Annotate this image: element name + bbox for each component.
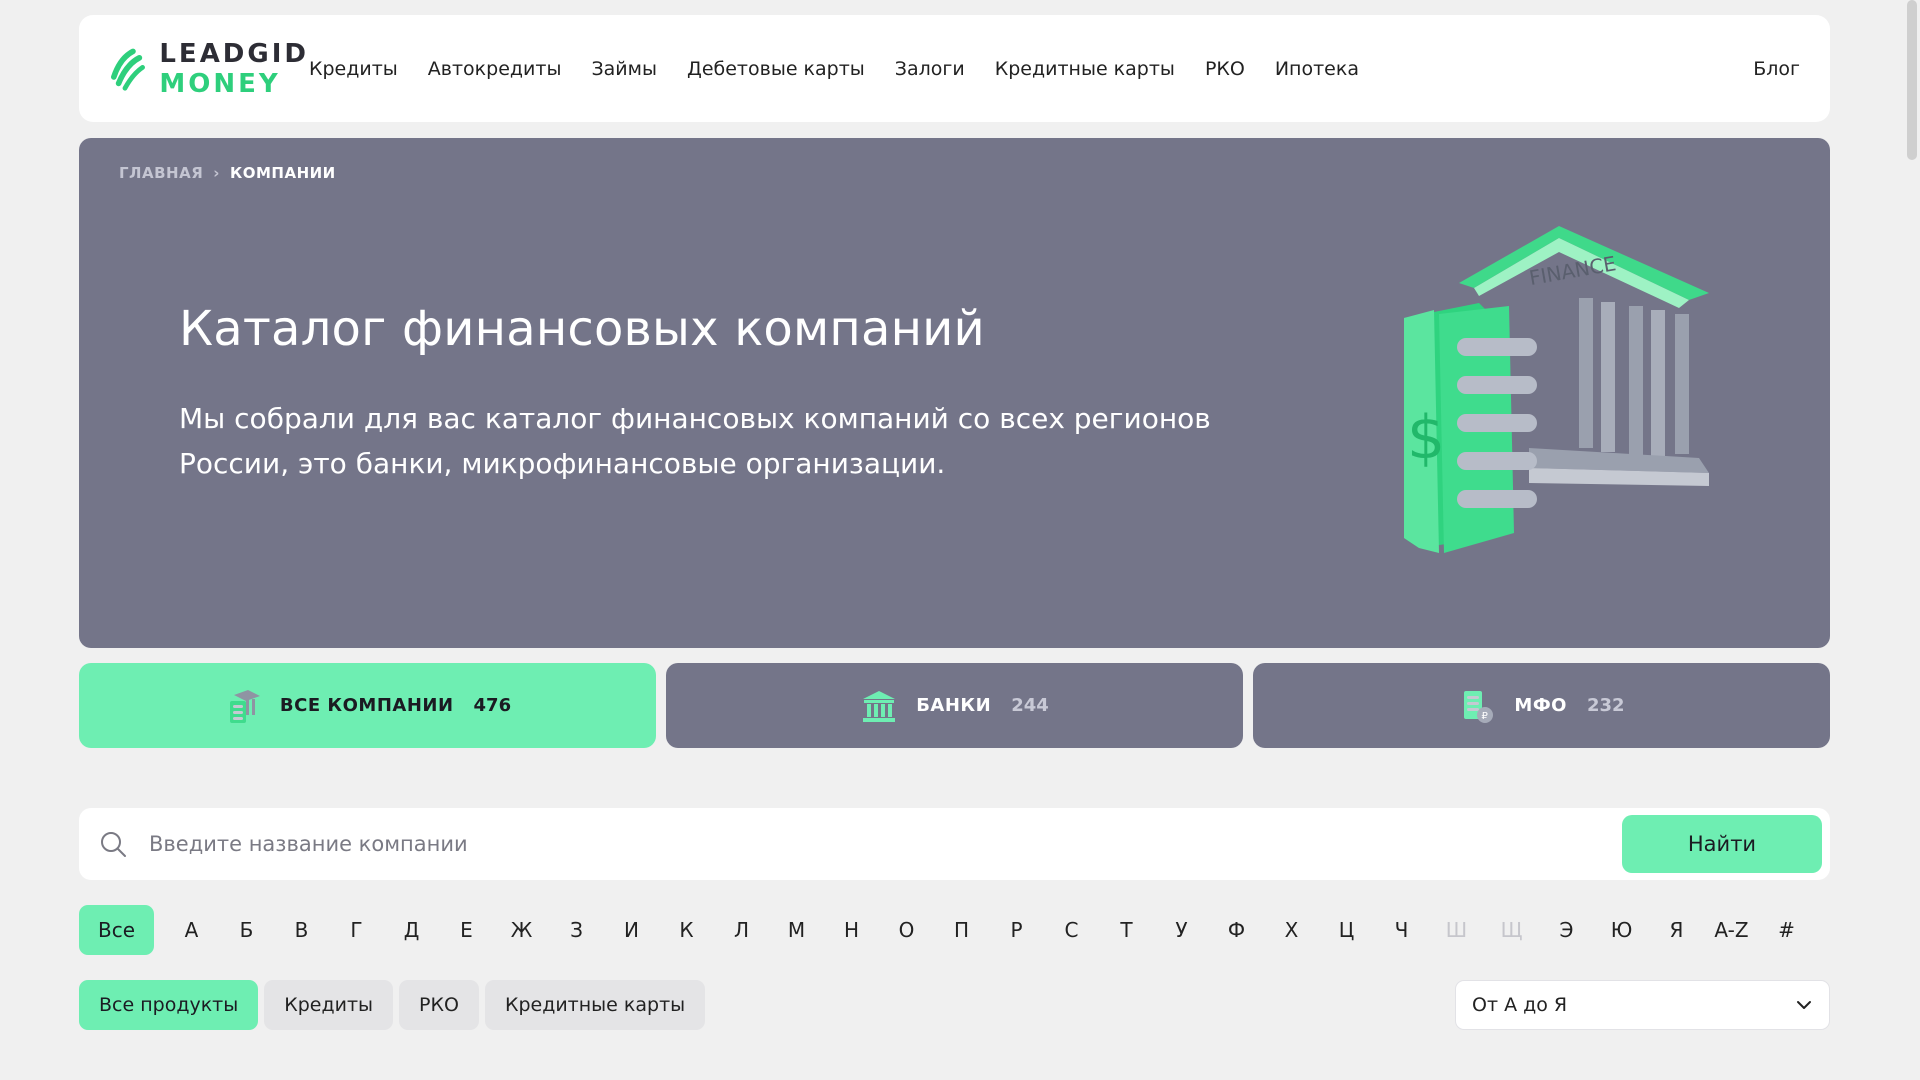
chip-rko[interactable]: РКО	[399, 980, 479, 1030]
tab-all-companies[interactable]: ВСЕ КОМПАНИИ 476	[79, 663, 656, 748]
nav-item-credit-cards[interactable]: Кредитные карты	[995, 58, 1175, 80]
letter-l[interactable]: Л	[714, 918, 769, 942]
sort-select[interactable]: От А до Я	[1455, 980, 1830, 1030]
nav-item-mortgage[interactable]: Ипотека	[1275, 58, 1359, 80]
tab-banks[interactable]: БАНКИ 244	[666, 663, 1243, 748]
logo-text: LEADGID MONEY	[159, 39, 309, 99]
tab-all-companies-count: 476	[473, 695, 512, 716]
site-header: LEADGID MONEY Кредиты Автокредиты Займы …	[79, 15, 1830, 122]
mfo-icon: ₽	[1464, 690, 1494, 723]
page-description: Мы собрали для вас каталог финансовых ко…	[179, 402, 1211, 480]
finance-building-illustration: FINANCE $	[1404, 226, 1709, 553]
companies-icon	[229, 689, 260, 723]
tab-mfo-count: 232	[1587, 695, 1625, 716]
letter-e[interactable]: Е	[439, 918, 494, 942]
svg-text:$: $	[1407, 403, 1445, 473]
letter-ch[interactable]: Ч	[1374, 918, 1429, 942]
nav-item-collateral[interactable]: Залоги	[895, 58, 965, 80]
letter-t[interactable]: Т	[1099, 918, 1154, 942]
letter-z[interactable]: З	[549, 918, 604, 942]
company-type-tabs: ВСЕ КОМПАНИИ 476 БАНКИ 244 ₽ МФО 232	[79, 663, 1830, 748]
letter-p[interactable]: П	[934, 918, 989, 942]
letter-s[interactable]: С	[1044, 918, 1099, 942]
letter-k[interactable]: К	[659, 918, 714, 942]
letter-hash[interactable]: #	[1759, 918, 1814, 942]
letter-ya[interactable]: Я	[1649, 918, 1704, 942]
letter-shch: Щ	[1500, 918, 1523, 942]
letter-e-reverse[interactable]: Э	[1539, 918, 1594, 942]
letter-sh: Ш	[1445, 918, 1468, 942]
breadcrumb-current: КОМПАНИИ	[229, 164, 336, 182]
tab-all-companies-label: ВСЕ КОМПАНИИ	[279, 695, 454, 716]
letter-f[interactable]: Ф	[1209, 918, 1264, 942]
company-search-input[interactable]	[149, 816, 1622, 872]
company-search-bar: Найти	[79, 808, 1830, 880]
letter-b[interactable]: Б	[219, 918, 274, 942]
chevron-down-icon	[1797, 1001, 1811, 1009]
letter-ts[interactable]: Ц	[1319, 918, 1374, 942]
letter-a[interactable]: А	[164, 918, 219, 942]
nav-item-rko[interactable]: РКО	[1205, 58, 1245, 80]
hero-banner: ГЛАВНАЯ › КОМПАНИИ Каталог финансовых ко…	[79, 138, 1830, 648]
letter-o[interactable]: О	[879, 918, 934, 942]
tab-banks-count: 244	[1011, 695, 1049, 716]
svg-text:₽: ₽	[1482, 711, 1489, 722]
search-button[interactable]: Найти	[1622, 815, 1822, 873]
letter-g[interactable]: Г	[329, 918, 384, 942]
bank-icon	[863, 690, 896, 722]
search-icon	[101, 832, 126, 857]
page-scrollbar[interactable]	[1904, 0, 1920, 1080]
letter-i[interactable]: И	[604, 918, 659, 942]
main-nav: Кредиты Автокредиты Займы Дебетовые карт…	[309, 58, 1753, 80]
letter-list: А Б В Г Д Е Ж З И К Л М Н О П Р С Т У Ф …	[164, 918, 1814, 942]
chip-credits[interactable]: Кредиты	[264, 980, 394, 1030]
alphabet-filter: Все А Б В Г Д Е Ж З И К Л М Н О П Р С Т …	[79, 905, 1830, 955]
letter-r[interactable]: Р	[989, 918, 1044, 942]
letter-n[interactable]: Н	[824, 918, 879, 942]
nav-item-blog[interactable]: Блог	[1753, 58, 1800, 80]
page-title: Каталог финансовых компаний	[179, 301, 985, 357]
letter-m[interactable]: М	[769, 918, 824, 942]
letter-u[interactable]: У	[1154, 918, 1209, 942]
logo-text-top: LEADGID	[159, 38, 309, 69]
product-filters: Все продукты Кредиты РКО Кредитные карты…	[79, 980, 1830, 1030]
breadcrumb: ГЛАВНАЯ › КОМПАНИИ	[119, 164, 336, 182]
tab-mfo-label: МФО	[1514, 695, 1567, 716]
letter-v[interactable]: В	[274, 918, 329, 942]
nav-item-credits[interactable]: Кредиты	[309, 58, 398, 80]
letter-zh[interactable]: Ж	[494, 918, 549, 942]
chip-all-products[interactable]: Все продукты	[79, 980, 259, 1030]
letter-kh[interactable]: Х	[1264, 918, 1319, 942]
chip-credit-cards[interactable]: Кредитные карты	[484, 980, 706, 1030]
letter-all-button[interactable]: Все	[79, 905, 154, 955]
sort-select-value: От А до Я	[1472, 994, 1568, 1016]
breadcrumb-home[interactable]: ГЛАВНАЯ	[119, 164, 203, 182]
breadcrumb-separator-icon: ›	[213, 164, 220, 182]
logo-text-bottom: MONEY	[159, 68, 281, 99]
letter-yu[interactable]: Ю	[1594, 918, 1649, 942]
logo[interactable]: LEADGID MONEY	[109, 39, 309, 99]
nav-item-auto-credits[interactable]: Автокредиты	[428, 58, 562, 80]
nav-item-debit-cards[interactable]: Дебетовые карты	[687, 58, 865, 80]
letter-latin-range[interactable]: A-Z	[1704, 918, 1759, 942]
nav-item-loans[interactable]: Займы	[591, 58, 657, 80]
scrollbar-thumb[interactable]	[1907, 0, 1917, 160]
tab-mfo[interactable]: ₽ МФО 232	[1253, 663, 1830, 748]
letter-d[interactable]: Д	[384, 918, 439, 942]
logo-mark-icon	[110, 48, 145, 91]
tab-banks-label: БАНКИ	[916, 695, 992, 716]
